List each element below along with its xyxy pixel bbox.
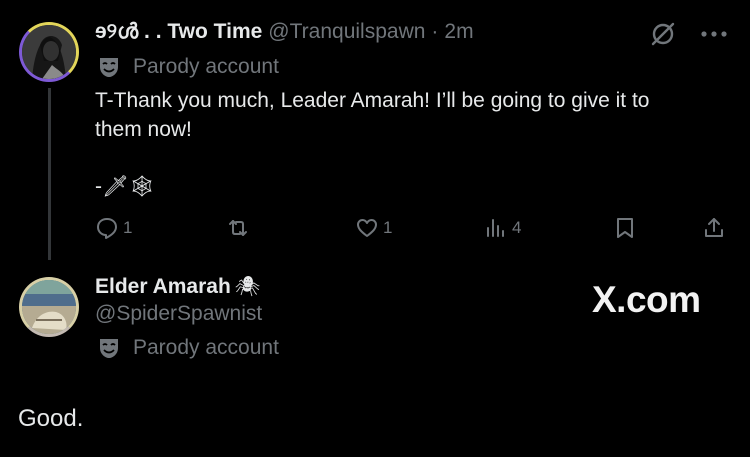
- tweet1-text-line2: them now!: [95, 118, 192, 141]
- retweet-icon: [229, 220, 247, 236]
- tweet2-text: Good.: [18, 405, 84, 432]
- mask-icon: [100, 58, 118, 77]
- parody-label-text: Parody account: [133, 336, 279, 359]
- bookmark-button[interactable]: [613, 216, 637, 240]
- parody-label: Parody account: [97, 55, 279, 79]
- parody-label: Parody account: [97, 336, 279, 360]
- share-icon: [705, 218, 723, 237]
- avatar-image: [22, 280, 76, 334]
- spider-emoji: 🕷: [234, 276, 261, 298]
- reply-count: 1: [123, 218, 133, 237]
- handle[interactable]: @SpiderSpawnist: [95, 302, 262, 326]
- mask-icon: [100, 339, 118, 358]
- like-button[interactable]: 1: [355, 216, 392, 240]
- tweet1-header: ɘ୨ൾ . . Two Time @Tranquilspawn · 2m: [95, 20, 474, 44]
- thread-connector-line: [48, 88, 51, 260]
- views-button[interactable]: 4: [484, 216, 521, 240]
- tweet1-text-line1: T-Thank you much, Leader Amarah! I’ll be…: [95, 89, 650, 112]
- separator: ·: [431, 20, 439, 43]
- views-icon: [487, 219, 504, 237]
- avatar-spiderspawnist[interactable]: [19, 277, 79, 337]
- reply-button[interactable]: 1: [95, 216, 132, 240]
- like-count: 1: [383, 218, 393, 237]
- share-button[interactable]: [702, 216, 726, 240]
- parody-label-text: Parody account: [133, 55, 279, 78]
- display-name[interactable]: ɘ୨ൾ . . Two Time: [95, 20, 262, 44]
- tweet2-header: Elder Amarah 🕷: [95, 274, 260, 299]
- avatar-image: [22, 25, 76, 79]
- more-options-icon[interactable]: [699, 24, 729, 49]
- retweet-button[interactable]: [226, 216, 254, 240]
- x-com-watermark: X.com: [592, 279, 701, 320]
- tweet1-text-line3: -🗡🕸: [95, 175, 156, 198]
- grok-icon[interactable]: [648, 19, 678, 54]
- tweet1-text: T-Thank you much, Leader Amarah! I’ll be…: [95, 86, 715, 201]
- avatar-tranquilspawn[interactable]: [19, 22, 79, 82]
- timestamp[interactable]: 2m: [444, 20, 473, 44]
- heart-icon: [357, 219, 377, 237]
- reply-icon: [97, 218, 117, 239]
- views-count: 4: [512, 218, 522, 237]
- handle[interactable]: @Tranquilspawn: [268, 20, 425, 44]
- display-name[interactable]: Elder Amarah: [95, 275, 231, 299]
- bookmark-icon: [617, 218, 633, 238]
